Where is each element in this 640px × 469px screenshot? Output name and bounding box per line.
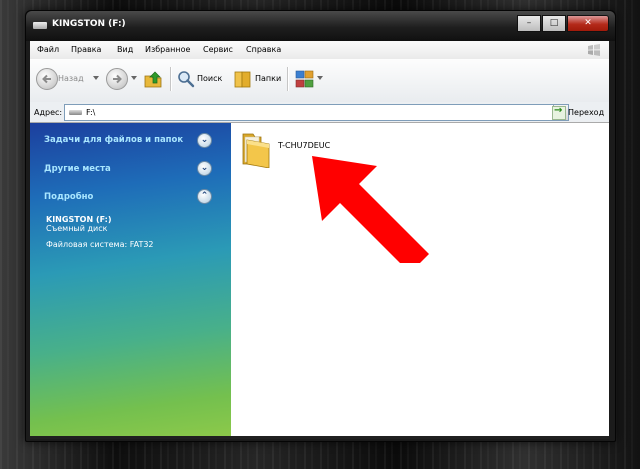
explorer-window: KINGSTON (F:) – □ ✕ Файл Правка Вид Избр… (25, 10, 616, 442)
red-arrow-annotation (312, 156, 429, 263)
views-icon[interactable] (295, 69, 315, 89)
address-label: Адрес: (34, 108, 63, 117)
back-label: Назад (58, 74, 84, 83)
menu-bar: Файл Правка Вид Избранное Сервис Справка (30, 41, 609, 60)
maximize-button[interactable]: □ (542, 15, 566, 32)
chevron-up-icon: ⌃ (200, 191, 209, 201)
window-bottom-border (30, 436, 609, 439)
back-dropdown-icon[interactable] (93, 76, 99, 80)
chevron-down-icon: ⌄ (200, 135, 209, 145)
details-drive-name: KINGSTON (F:) (46, 215, 112, 224)
toolbar-separator (287, 67, 289, 91)
drive-icon (69, 110, 82, 115)
menu-help[interactable]: Справка (246, 45, 281, 54)
expand-other-places-button[interactable]: ⌄ (197, 161, 212, 176)
details-heading[interactable]: Подробно (44, 192, 93, 202)
close-button[interactable]: ✕ (567, 15, 609, 32)
back-arrow-icon (42, 74, 51, 84)
details-drive-type: Съемный диск (46, 224, 108, 233)
details-filesystem: Файловая система: FAT32 (46, 240, 154, 249)
window-controls: – □ ✕ (516, 15, 609, 32)
address-value[interactable]: F:\ (86, 108, 95, 117)
folders-label[interactable]: Папки (255, 74, 281, 83)
address-input[interactable]: F:\ (64, 104, 569, 121)
go-arrow-icon[interactable] (552, 105, 566, 120)
go-button[interactable]: Переход (568, 108, 604, 117)
file-tasks-heading[interactable]: Задачи для файлов и папок (44, 135, 183, 145)
forward-arrow-icon (113, 74, 122, 84)
address-bar: Адрес: F:\ Переход (30, 102, 609, 123)
menu-edit[interactable]: Правка (71, 45, 101, 54)
search-label[interactable]: Поиск (197, 74, 222, 83)
folders-icon[interactable] (233, 69, 253, 89)
collapse-details-button[interactable]: ⌃ (197, 189, 212, 204)
menu-tools[interactable]: Сервис (203, 45, 233, 54)
folder-up-icon[interactable] (142, 68, 164, 90)
back-button[interactable] (36, 68, 58, 90)
chevron-down-icon: ⌄ (200, 163, 209, 173)
task-pane: Задачи для файлов и папок ⌄ Другие места… (30, 123, 231, 436)
drive-icon (33, 22, 47, 29)
file-list: T-CHU7DEUC (231, 123, 609, 436)
folder-icon[interactable] (239, 128, 275, 168)
menu-favorites[interactable]: Избранное (145, 45, 190, 54)
windows-logo-icon (588, 44, 600, 56)
menu-file[interactable]: Файл (37, 45, 59, 54)
other-places-heading[interactable]: Другие места (44, 164, 111, 174)
expand-file-tasks-button[interactable]: ⌄ (197, 133, 212, 148)
search-icon[interactable] (177, 70, 195, 88)
title-bar[interactable]: KINGSTON (F:) – □ ✕ (26, 11, 615, 41)
window-title: KINGSTON (F:) (52, 19, 126, 29)
forward-dropdown-icon[interactable] (131, 76, 137, 80)
folder-name[interactable]: T-CHU7DEUC (278, 141, 330, 150)
toolbar: Назад Поиск Папки (30, 59, 609, 103)
toolbar-separator (170, 67, 172, 91)
menu-view[interactable]: Вид (117, 45, 133, 54)
minimize-button[interactable]: – (517, 15, 541, 32)
views-dropdown-icon[interactable] (317, 76, 323, 80)
forward-button[interactable] (106, 68, 128, 90)
